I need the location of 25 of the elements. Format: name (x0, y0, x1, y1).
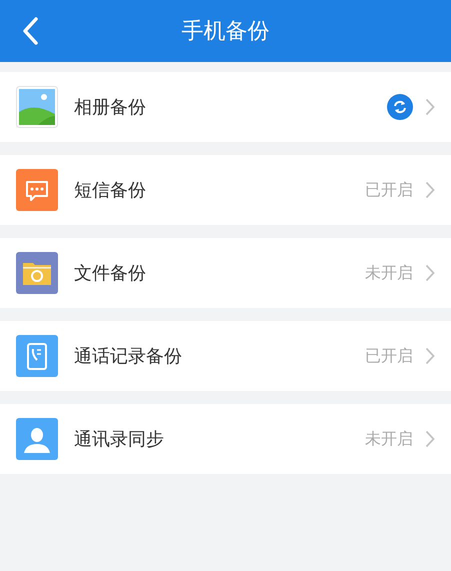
item-label: 通话记录备份 (74, 344, 182, 368)
phone-log-icon (16, 335, 58, 377)
backup-row[interactable]: 通话记录备份 已开启 (0, 321, 451, 391)
status-text: 未开启 (365, 262, 413, 284)
backup-row[interactable]: 短信备份 已开启 (0, 155, 451, 225)
chevron-right-icon (425, 98, 435, 116)
backup-row[interactable]: 通讯录同步 未开启 (0, 404, 451, 474)
person-icon (16, 418, 58, 460)
backup-row[interactable]: 相册备份 (0, 72, 451, 142)
item-label: 短信备份 (74, 178, 146, 202)
item-label: 文件备份 (74, 262, 146, 286)
chevron-right-icon (425, 347, 435, 365)
status-text: 已开启 (365, 179, 413, 201)
item-label: 通讯录同步 (74, 428, 164, 452)
chat-icon (16, 169, 58, 211)
chevron-right-icon (425, 264, 435, 282)
page-title: 手机备份 (182, 18, 270, 46)
status-text: 已开启 (365, 345, 413, 367)
folder-icon (16, 252, 58, 294)
chevron-right-icon (425, 430, 435, 448)
backup-row[interactable]: 文件备份 未开启 (0, 238, 451, 308)
landscape-icon (16, 86, 58, 128)
item-label: 相册备份 (74, 96, 146, 120)
chevron-right-icon (425, 181, 435, 199)
status-text: 未开启 (365, 428, 413, 450)
